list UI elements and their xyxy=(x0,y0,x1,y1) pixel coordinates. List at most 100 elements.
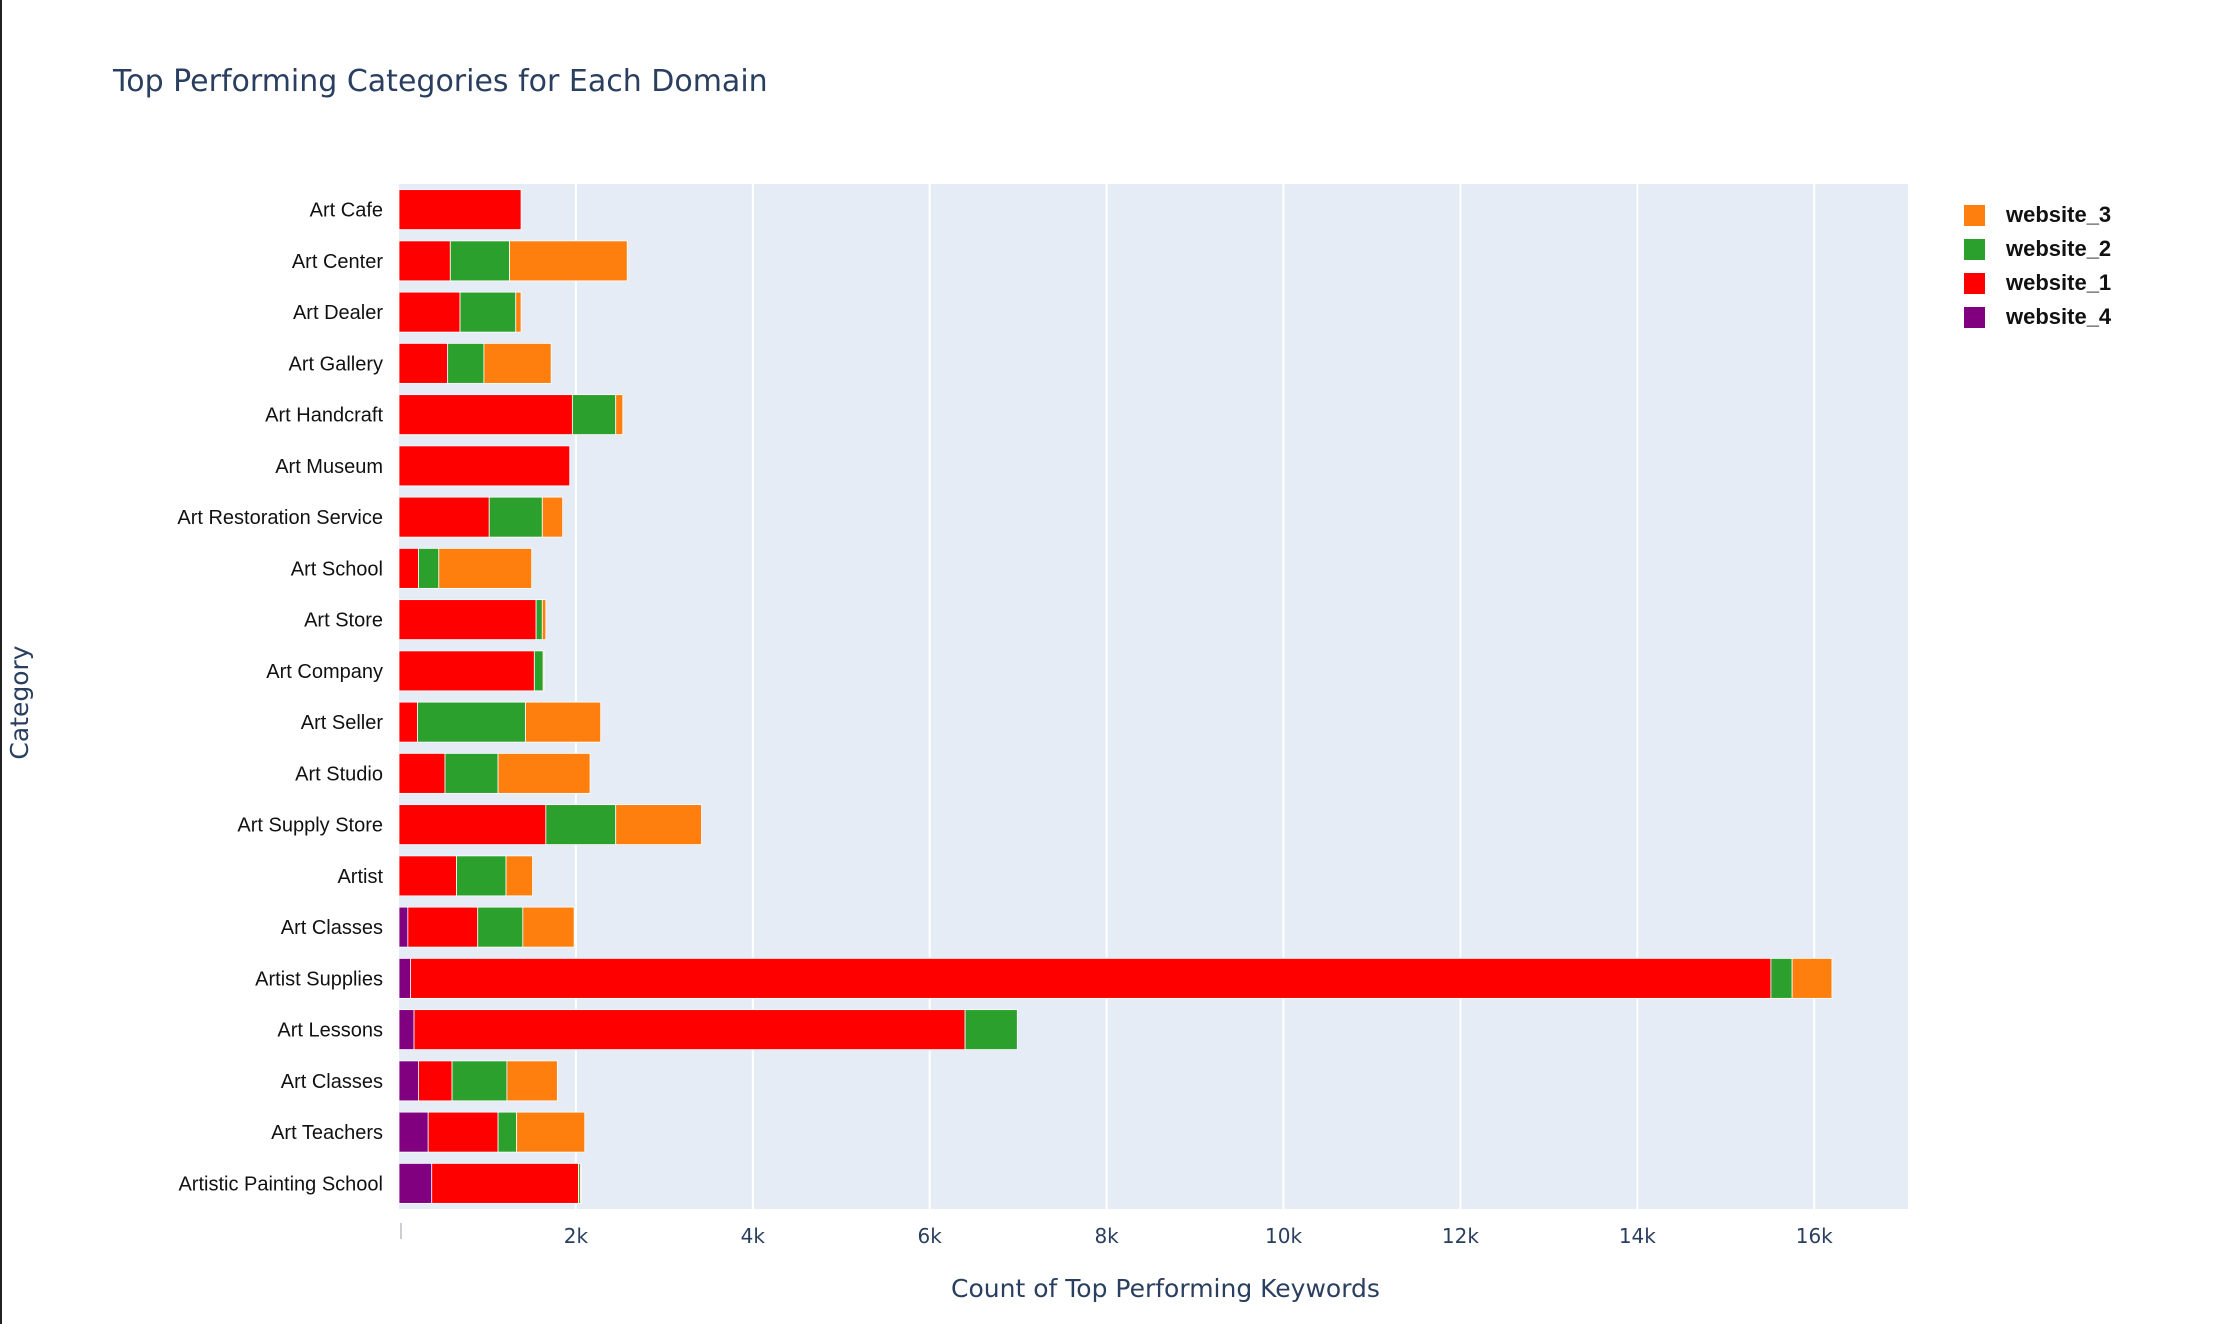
bar-segment-website-3[interactable] xyxy=(579,1162,582,1204)
bar-segment-website-3[interactable] xyxy=(541,496,564,538)
legend-label: website_3 xyxy=(2006,202,2112,227)
bar-segment-website-3[interactable] xyxy=(615,394,624,436)
plot-area xyxy=(399,184,1908,1209)
bar-segment-website-2[interactable] xyxy=(449,240,510,282)
bar-segment-website-1[interactable] xyxy=(407,906,479,948)
bar-segment-website-2[interactable] xyxy=(488,496,543,538)
y-tick-label: Artist Supplies xyxy=(255,968,383,990)
bar-segment-website-3[interactable] xyxy=(497,752,591,794)
bar-segment-website-2[interactable] xyxy=(459,291,517,333)
bar-segment-website-4[interactable] xyxy=(398,957,411,999)
bar-segment-website-1[interactable] xyxy=(398,496,490,538)
bar-segment-website-3[interactable] xyxy=(516,1111,586,1153)
bar-segment-website-3[interactable] xyxy=(1791,957,1833,999)
bar-segment-website-3[interactable] xyxy=(438,547,533,589)
y-tick-label: Art Center xyxy=(292,251,383,273)
y-tick-label: Art Restoration Service xyxy=(177,507,383,529)
y-tick-label: Artist xyxy=(337,866,383,888)
bar-segment-website-4[interactable] xyxy=(398,1162,433,1204)
bar-segment-website-2[interactable] xyxy=(477,906,524,948)
y-tick-labels: Art Cafe Art Center Art Dealer Art Gallery A… xyxy=(177,200,383,1196)
legend-item-website-2[interactable]: website_2 xyxy=(1964,232,2111,266)
bar-segment-website-2[interactable] xyxy=(571,394,617,436)
bar-segment-website-3[interactable] xyxy=(615,804,702,846)
bar-segment-website-1[interactable] xyxy=(413,1009,966,1051)
bar-segment-website-2[interactable] xyxy=(417,701,526,743)
legend-swatch xyxy=(1964,306,1985,328)
bar-segment-website-2[interactable] xyxy=(964,1009,1018,1051)
bar-segment-website-3[interactable] xyxy=(542,650,545,692)
bar-row xyxy=(398,496,564,538)
bar-segment-website-2[interactable] xyxy=(447,342,485,384)
bar-row xyxy=(398,804,702,846)
bar-segment-website-2[interactable] xyxy=(535,599,543,641)
bar-segment-website-2[interactable] xyxy=(533,650,544,692)
bar-segment-website-1[interactable] xyxy=(410,957,1772,999)
legend-item-website-3[interactable]: website_3 xyxy=(1964,198,2111,232)
bar-segment-website-3[interactable] xyxy=(522,906,575,948)
bar-segment-website-2[interactable] xyxy=(456,855,507,897)
bar-segment-website-4[interactable] xyxy=(398,1009,415,1051)
x-tick-labels: 2k 4k 6k 8k 10k 12k 14k 16k xyxy=(400,1223,1833,1248)
legend-item-website-1[interactable]: website_1 xyxy=(1964,266,2111,300)
bar-segment-website-3[interactable] xyxy=(515,291,522,333)
bar-segment-website-4[interactable] xyxy=(398,1111,429,1153)
bar-row xyxy=(398,855,533,897)
y-tick-label: Art Company xyxy=(266,661,383,683)
y-tick-label: Art Cafe xyxy=(310,200,383,222)
bar-segment-website-1[interactable] xyxy=(398,599,537,641)
bar-row xyxy=(398,342,552,384)
y-tick-label: Art Classes xyxy=(281,917,383,939)
bar-segment-website-1[interactable] xyxy=(398,394,573,436)
x-tick-label: 14k xyxy=(1619,1224,1656,1248)
bar-segment-website-3[interactable] xyxy=(483,342,552,384)
bar-row xyxy=(398,701,602,743)
bar-segment-website-3[interactable] xyxy=(505,855,533,897)
bar-segment-website-1[interactable] xyxy=(418,1060,453,1102)
bar-segment-website-4[interactable] xyxy=(398,906,409,948)
bar-segment-website-4[interactable] xyxy=(398,1060,419,1102)
legend-item-website-4[interactable]: website_4 xyxy=(1964,300,2111,334)
bar-segment-website-3[interactable] xyxy=(509,240,628,282)
y-axis-title: Category xyxy=(5,645,34,759)
bar-segment-website-1[interactable] xyxy=(398,547,419,589)
bar-segment-website-1[interactable] xyxy=(398,701,418,743)
bar-segment-website-1[interactable] xyxy=(427,1111,499,1153)
bar-row xyxy=(398,1009,1018,1051)
y-tick-label: Art Classes xyxy=(281,1071,383,1093)
legend-label: website_1 xyxy=(2006,270,2112,295)
bar-segment-website-1[interactable] xyxy=(398,804,547,846)
y-tick-label: Art Lessons xyxy=(277,1020,383,1042)
bar-segment-website-1[interactable] xyxy=(398,291,461,333)
bar-segment-website-1[interactable] xyxy=(398,752,446,794)
legend-swatch xyxy=(1964,204,1985,226)
bar-segment-website-2[interactable] xyxy=(451,1060,508,1102)
bar-segment-website-3[interactable] xyxy=(506,1060,558,1102)
bar-segment-website-1[interactable] xyxy=(398,240,451,282)
bar-row xyxy=(398,906,575,948)
y-tick-label: Art Supply Store xyxy=(237,815,383,837)
bar-segment-website-2[interactable] xyxy=(1770,957,1793,999)
x-axis-title: Count of Top Performing Keywords xyxy=(951,1274,1380,1303)
x-tick-label: 16k xyxy=(1796,1224,1833,1248)
bar-segment-website-1[interactable] xyxy=(398,650,535,692)
x-tick-label: 12k xyxy=(1442,1224,1479,1248)
bar-row xyxy=(398,599,547,641)
bar-segment-website-2[interactable] xyxy=(444,752,499,794)
bar-row xyxy=(398,650,545,692)
bar-segment-website-2[interactable] xyxy=(497,1111,518,1153)
x-tick-label: 8k xyxy=(1094,1224,1119,1248)
bar-segment-website-2[interactable] xyxy=(545,804,617,846)
legend-label: website_2 xyxy=(2006,236,2112,261)
bar-segment-website-2[interactable] xyxy=(418,547,440,589)
bar-segment-website-1[interactable] xyxy=(398,855,457,897)
legend-swatch xyxy=(1964,238,1985,260)
bar-segment-website-3[interactable] xyxy=(541,599,547,641)
bar-segment-website-1[interactable] xyxy=(398,342,449,384)
bar-segment-website-1[interactable] xyxy=(431,1162,579,1204)
bar-segment-website-3[interactable] xyxy=(525,701,602,743)
bar-row xyxy=(398,189,522,231)
x-tick-label: 6k xyxy=(918,1224,943,1248)
bar-segment-website-1[interactable] xyxy=(398,189,522,231)
bar-segment-website-1[interactable] xyxy=(398,445,571,487)
